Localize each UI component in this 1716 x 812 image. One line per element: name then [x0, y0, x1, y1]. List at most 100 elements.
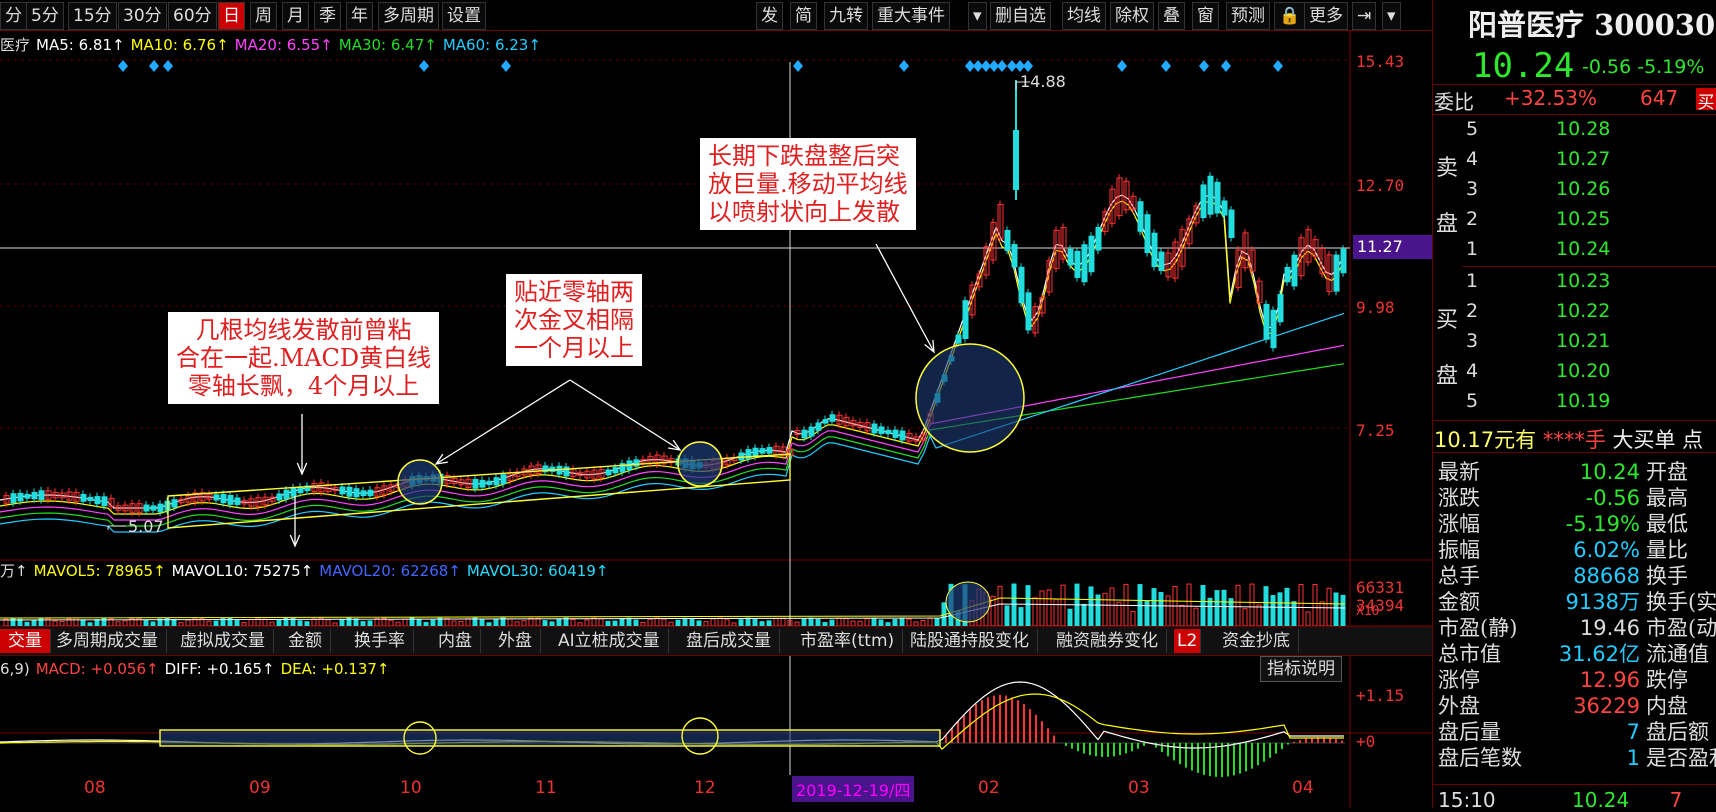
- tool-button-6[interactable]: 均线: [1062, 2, 1106, 30]
- volume-bar: [843, 618, 849, 627]
- stat-value: -0.56: [1585, 486, 1640, 510]
- volume-bar: [906, 618, 912, 627]
- period-button-2[interactable]: 15分: [68, 2, 117, 30]
- y-axis-volume-unit: X10: [1356, 604, 1380, 619]
- stock-change-value: -0.56: [1582, 56, 1632, 78]
- golden-cross-circle: [397, 459, 443, 505]
- stat-value: 36229: [1573, 694, 1640, 718]
- volume-bar: [1214, 590, 1220, 627]
- candle-body: [31, 491, 38, 500]
- period-button-7[interactable]: 月: [282, 2, 309, 30]
- tool-button-7[interactable]: 除权: [1110, 2, 1154, 30]
- period-button-10[interactable]: 多周期: [378, 2, 439, 30]
- tool-button-10[interactable]: 预测: [1226, 2, 1270, 30]
- indicator-tab-8[interactable]: 盘后成交量: [678, 629, 780, 653]
- volume-bar: [717, 617, 723, 627]
- asks-row[interactable]: 4 10.27: [1466, 148, 1610, 170]
- tool-button-4[interactable]: ▾: [968, 2, 987, 30]
- last-trade-price: 10.24: [1572, 788, 1630, 812]
- period-button-9[interactable]: 年: [346, 2, 373, 30]
- candle-body: [486, 480, 493, 486]
- tool-button-11[interactable]: 🔒: [1274, 2, 1306, 30]
- volume-bar: [1165, 595, 1171, 627]
- period-button-4[interactable]: 60分: [168, 2, 217, 30]
- period-button-6[interactable]: 周: [250, 2, 277, 30]
- candle-body: [1074, 250, 1081, 278]
- indicator-tab-10[interactable]: 陆股通持股变化: [902, 629, 1038, 653]
- bids-row[interactable]: 4 10.20: [1466, 360, 1610, 382]
- x-axis-label: 09: [249, 778, 271, 798]
- volume-bar: [465, 618, 471, 627]
- x-axis-label: 08: [84, 778, 106, 798]
- signal-diamond-icon: [1023, 60, 1033, 72]
- tool-button-8[interactable]: 叠: [1158, 2, 1185, 30]
- annotation-note-2: 贴近零轴两 次金叉相隔 一个月以上: [506, 274, 642, 366]
- period-button-5[interactable]: 日: [218, 2, 245, 30]
- indicator-tab-7[interactable]: AI立桩成交量: [550, 629, 669, 653]
- volume-bar: [773, 617, 779, 627]
- period-button-3[interactable]: 30分: [118, 2, 167, 30]
- tool-button-2[interactable]: 九转: [824, 2, 868, 30]
- buy-button[interactable]: 买: [1696, 88, 1716, 110]
- divider: [1432, 84, 1716, 85]
- volume-bar: [899, 617, 905, 627]
- buy-side-label: 盘: [1436, 364, 1459, 389]
- tool-button-12[interactable]: 更多: [1304, 2, 1348, 30]
- arrow-head-icon: [924, 339, 935, 354]
- candle-body: [101, 496, 108, 507]
- signal-diamond-icon: [118, 60, 128, 72]
- volume-bar: [591, 617, 597, 627]
- volume-bar: [1025, 585, 1031, 627]
- candle-body: [479, 479, 486, 488]
- tool-button-0[interactable]: 发: [756, 2, 783, 30]
- volume-bar: [1088, 586, 1094, 627]
- asks-row[interactable]: 5 10.28: [1466, 118, 1610, 140]
- volume-legend: 万↑ MAVOL5: 78965↑ MAVOL10: 75275↑ MAVOL20: …: [0, 560, 614, 581]
- indicator-tab-3[interactable]: 金额: [280, 629, 331, 653]
- candle-body: [822, 419, 829, 424]
- period-button-0[interactable]: 分: [0, 2, 27, 30]
- asks-row[interactable]: 2 10.25: [1466, 208, 1610, 230]
- volume-breakout-circle: [945, 581, 991, 623]
- bids-row[interactable]: 5 10.19: [1466, 390, 1610, 412]
- note-line: 放巨量.移动平均线: [708, 170, 908, 198]
- indicator-tab-13[interactable]: 资金抄底: [1214, 629, 1299, 653]
- stat-value: 19.46: [1579, 616, 1640, 640]
- divider: [1432, 784, 1716, 785]
- tool-button-13[interactable]: ⇥: [1352, 2, 1377, 30]
- indicator-tab-1[interactable]: 多周期成交量: [48, 629, 167, 653]
- period-button-8[interactable]: 季: [314, 2, 341, 30]
- indicator-tab-11[interactable]: 融资融券变化: [1048, 629, 1167, 653]
- last-trade-time: 15:10: [1438, 788, 1496, 812]
- note-line: 以喷射状向上发散: [708, 198, 900, 226]
- volume-bar: [1144, 600, 1150, 627]
- big-order-banner[interactable]: 10.17元有 ****手 大买单 点: [1434, 424, 1703, 454]
- tool-button-9[interactable]: 窗: [1192, 2, 1219, 30]
- period-button-11[interactable]: 设置: [442, 2, 486, 30]
- tool-button-5[interactable]: 删自选: [990, 2, 1051, 30]
- indicator-tab-6[interactable]: 外盘: [490, 629, 541, 653]
- tool-button-14[interactable]: ▾: [1382, 2, 1401, 30]
- period-button-1[interactable]: 5分: [26, 2, 64, 30]
- asks-row[interactable]: 3 10.26: [1466, 178, 1610, 200]
- volume-bar: [752, 618, 758, 627]
- level-number: 1: [1466, 270, 1479, 292]
- indicator-tab-5[interactable]: 内盘: [430, 629, 481, 653]
- indicator-tab-4[interactable]: 换手率: [346, 629, 414, 653]
- candle-body: [472, 478, 479, 489]
- candle-body: [24, 493, 31, 499]
- tool-button-3[interactable]: 重大事件: [872, 2, 950, 30]
- asks-row[interactable]: 1 10.24: [1466, 238, 1610, 260]
- indicator-tab-2[interactable]: 虚拟成交量: [172, 629, 274, 653]
- high-price-label: 14.88: [1020, 72, 1066, 91]
- indicator-tab-12[interactable]: L2: [1174, 629, 1202, 653]
- signal-diamond-icon: [899, 60, 909, 72]
- indicator-tab-0[interactable]: 交量: [0, 629, 51, 653]
- indicator-tab-9[interactable]: 市盈率(ttm): [792, 629, 904, 653]
- tool-button-1[interactable]: 简: [790, 2, 817, 30]
- bids-row[interactable]: 1 10.23: [1466, 270, 1610, 292]
- indicator-help-button[interactable]: 指标说明: [1260, 656, 1342, 682]
- candle-body: [1228, 209, 1235, 239]
- bids-row[interactable]: 2 10.22: [1466, 300, 1610, 322]
- bids-row[interactable]: 3 10.21: [1466, 330, 1610, 352]
